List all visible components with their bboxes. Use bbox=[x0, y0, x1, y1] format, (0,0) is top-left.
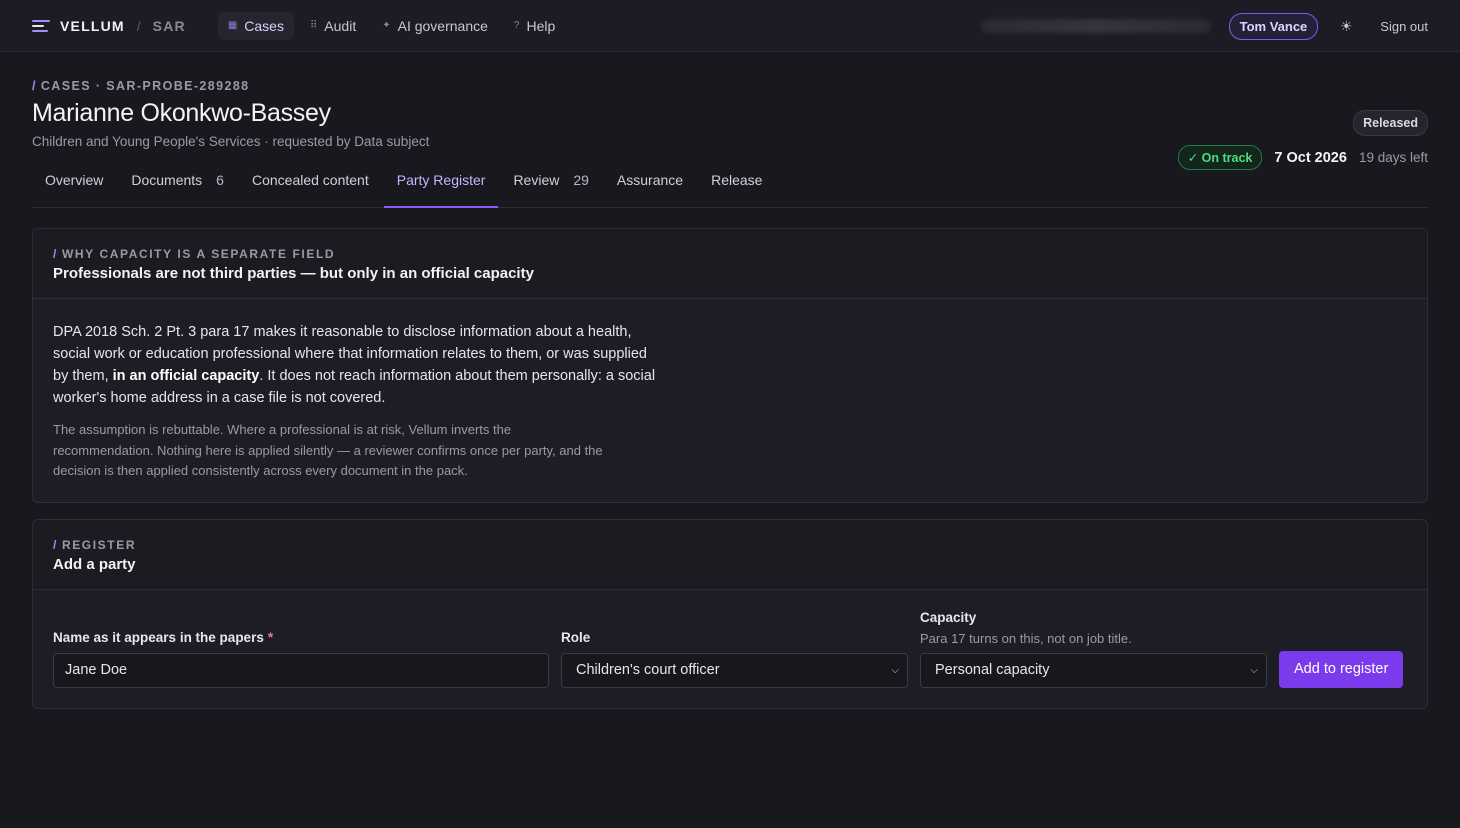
capacity-hint: Para 17 turns on this, not on job title. bbox=[920, 630, 1132, 646]
brand-name: VELLUM bbox=[60, 17, 125, 34]
tab-release[interactable]: Release bbox=[698, 169, 775, 207]
nav-item-label: AI governance bbox=[397, 17, 488, 34]
page-content: / CASES · SAR-PROBE-289288 Marianne Okonk… bbox=[0, 79, 1460, 709]
capacity-label: Capacity bbox=[920, 609, 977, 625]
tab-label: Overview bbox=[45, 172, 104, 188]
vellum-logo-icon bbox=[32, 19, 50, 32]
sign-out-link[interactable]: Sign out bbox=[1380, 19, 1428, 34]
name-field-group: Name as it appears in the papers * Jane D… bbox=[53, 630, 549, 688]
brand-separator: / bbox=[136, 17, 141, 34]
card-title: Professionals are not third parties — bu… bbox=[53, 265, 534, 282]
tab-count: 6 bbox=[216, 172, 224, 188]
nav-item-audit[interactable]: ⠿ Audit bbox=[300, 12, 366, 40]
role-select[interactable]: Children's court officer ⌵ bbox=[561, 652, 908, 688]
card-kicker-text: WHY CAPACITY IS A SEPARATE FIELD bbox=[61, 247, 336, 261]
page-title: Marianne Okonkwo-Bassey bbox=[32, 99, 331, 127]
tab-label: Assurance bbox=[616, 172, 684, 188]
sparkle-icon: ✦ bbox=[382, 20, 391, 31]
nav-item-cases[interactable]: ▦ Cases bbox=[217, 11, 294, 40]
explainer-note: The assumption is rebuttable. Where a pr… bbox=[53, 422, 603, 478]
nav-item-label: Audit bbox=[324, 17, 357, 34]
top-bar: VELLUM / SAR ▦ Cases ⠿ Audit ✦ AI govern… bbox=[0, 0, 1460, 52]
capacity-select[interactable]: Personal capacity ⌵ bbox=[920, 652, 1267, 688]
tab-label: Documents bbox=[131, 172, 203, 188]
nav-item-help[interactable]: ? Help bbox=[504, 12, 565, 40]
help-icon: ? bbox=[513, 20, 520, 31]
name-input[interactable]: Jane Doe bbox=[53, 652, 549, 688]
brand-product: SAR bbox=[152, 17, 186, 34]
user-menu-button[interactable]: Tom Vance bbox=[1228, 12, 1319, 40]
name-label: Name as it appears in the papers * bbox=[53, 630, 549, 645]
add-party-card: / REGISTER Add a party Name as it appears… bbox=[32, 518, 1428, 709]
add-to-register-button[interactable]: Add to register bbox=[1279, 650, 1404, 688]
cases-icon: ▦ bbox=[227, 20, 238, 31]
tab-count: 29 bbox=[573, 172, 589, 188]
explainer-paragraph: DPA 2018 Sch. 2 Pt. 3 para 17 makes it r… bbox=[53, 321, 663, 409]
card-kicker: / WHY CAPACITY IS A SEPARATE FIELD bbox=[53, 247, 336, 261]
name-label-text: Name as it appears in the papers bbox=[53, 629, 264, 645]
card-kicker: / REGISTER bbox=[53, 537, 137, 552]
tab-documents[interactable]: Documents 6 bbox=[118, 169, 237, 207]
nav-item-ai-governance[interactable]: ✦ AI governance bbox=[372, 12, 498, 40]
card-title: Add a party bbox=[53, 555, 136, 573]
breadcrumb-text: CASES · SAR-PROBE-289288 bbox=[40, 79, 250, 93]
breadcrumb: / CASES · SAR-PROBE-289288 bbox=[32, 79, 250, 93]
required-marker: * bbox=[267, 629, 274, 645]
main-nav: ▦ Cases ⠿ Audit ✦ AI governance ? Help bbox=[217, 11, 565, 40]
tab-label: Concealed content bbox=[251, 172, 369, 188]
capacity-explainer-card: / WHY CAPACITY IS A SEPARATE FIELD Profes… bbox=[32, 228, 1428, 503]
status-badge: Released bbox=[1353, 110, 1428, 136]
nav-item-label: Help bbox=[526, 17, 556, 34]
card-header: / WHY CAPACITY IS A SEPARATE FIELD Profes… bbox=[33, 229, 1427, 299]
topbar-right: Tom Vance ☀ Sign out bbox=[980, 0, 1428, 52]
para-emphasis: in an official capacity bbox=[112, 368, 260, 384]
role-field-group: Role Children's court officer ⌵ bbox=[561, 630, 908, 688]
add-party-form: Name as it appears in the papers * Jane D… bbox=[33, 590, 1427, 708]
role-label: Role bbox=[561, 629, 591, 645]
due-date: 7 Oct 2026 bbox=[1274, 149, 1347, 166]
tab-assurance[interactable]: Assurance bbox=[604, 169, 696, 207]
tab-label: Review bbox=[513, 172, 560, 188]
on-track-badge: ✓ On track bbox=[1177, 145, 1263, 170]
on-track-label: On track bbox=[1201, 151, 1253, 165]
audit-icon: ⠿ bbox=[309, 20, 318, 31]
card-body: DPA 2018 Sch. 2 Pt. 3 para 17 makes it r… bbox=[33, 299, 1427, 502]
theme-toggle-icon[interactable]: ☀ bbox=[1336, 18, 1356, 35]
capacity-selected-value: Personal capacity bbox=[935, 662, 1050, 678]
check-icon: ✓ bbox=[1187, 151, 1199, 165]
tab-overview[interactable]: Overview bbox=[32, 169, 116, 207]
tab-label: Party Register bbox=[396, 172, 486, 188]
capacity-field-group: Capacity Para 17 turns on this, not on j… bbox=[920, 610, 1267, 688]
brand[interactable]: VELLUM / SAR bbox=[32, 18, 186, 34]
tab-concealed-content[interactable]: Concealed content bbox=[239, 169, 382, 207]
days-left: 19 days left bbox=[1358, 150, 1428, 165]
tab-label: Release bbox=[711, 172, 763, 188]
tab-party-register[interactable]: Party Register bbox=[383, 169, 499, 208]
role-selected-value: Children's court officer bbox=[576, 662, 720, 678]
chevron-down-icon: ⌵ bbox=[1250, 664, 1258, 676]
tab-review[interactable]: Review 29 bbox=[500, 169, 601, 207]
card-kicker-text: REGISTER bbox=[61, 537, 137, 552]
chevron-down-icon: ⌵ bbox=[891, 664, 899, 676]
case-tabs: Overview Documents 6 Concealed content Pa… bbox=[32, 169, 1428, 208]
deadline-info: ✓ On track 7 Oct 2026 19 days left bbox=[1177, 145, 1428, 170]
redacted-search-bar bbox=[980, 19, 1211, 33]
nav-item-label: Cases bbox=[244, 17, 284, 34]
card-header: / REGISTER Add a party bbox=[33, 519, 1427, 590]
